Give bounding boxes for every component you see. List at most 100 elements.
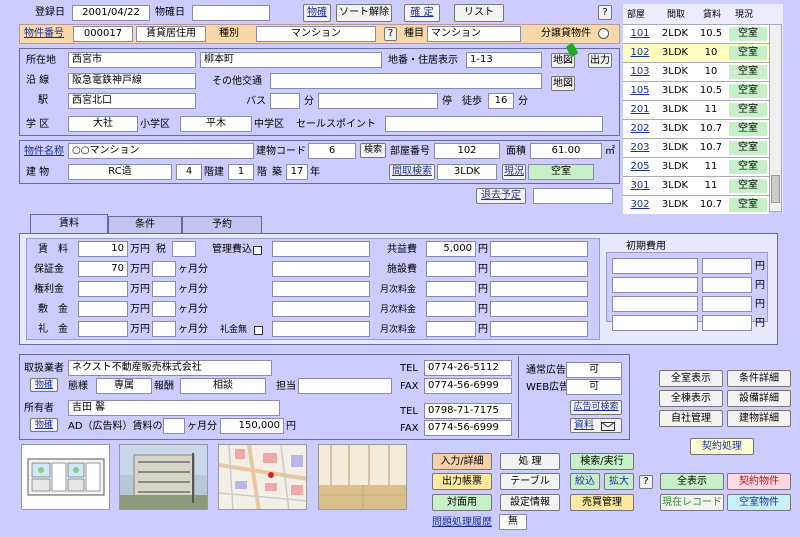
key-note-field[interactable] xyxy=(272,281,370,297)
town-field[interactable]: 柳本町 xyxy=(200,52,382,68)
process-button[interactable]: 処 理 xyxy=(500,453,560,470)
agent-fax-field[interactable]: 0774-56-6999 xyxy=(424,378,512,394)
building-search-button[interactable]: 検索 xyxy=(360,143,386,158)
bus-stop-field[interactable] xyxy=(318,93,438,109)
chiban-field[interactable]: 1-13 xyxy=(466,52,542,68)
kind-help-button[interactable]: ? xyxy=(384,27,397,41)
building-name-label[interactable]: 物件名称 xyxy=(24,145,64,159)
room-row[interactable]: 203 3LDK 10.7 空室 xyxy=(623,138,769,157)
ad-ok-search-button[interactable]: 広告可検索 xyxy=(570,400,622,415)
deposit-note-field[interactable] xyxy=(272,261,370,277)
owner-confirm-button[interactable]: 物確 xyxy=(30,418,58,432)
room-no-cell[interactable]: 102 xyxy=(627,46,653,60)
exit-plan-field[interactable] xyxy=(533,188,613,204)
vacant-properties-button[interactable]: 空室物件 xyxy=(727,494,791,511)
initial-item-1[interactable] xyxy=(612,258,698,274)
room-no-cell[interactable]: 302 xyxy=(627,198,653,212)
map-button-2[interactable]: 地図 xyxy=(551,76,575,91)
room-no-cell[interactable]: 103 xyxy=(627,65,653,79)
room-no-cell[interactable]: 301 xyxy=(627,179,653,193)
shikikin-field[interactable] xyxy=(78,301,128,317)
property-no-label[interactable]: 物件番号 xyxy=(24,27,64,41)
sort-reset-button[interactable]: ソート解除 xyxy=(336,4,392,22)
output-report-button[interactable]: 出力帳票 xyxy=(432,473,492,490)
room-row[interactable]: 202 3LDK 10.7 空室 xyxy=(623,119,769,138)
layout-field[interactable]: 3LDK xyxy=(437,164,497,180)
initial-item-2[interactable] xyxy=(612,277,698,293)
initial-item-4[interactable] xyxy=(612,315,698,331)
floor-field[interactable]: 1 xyxy=(228,164,254,180)
ad-amount-field[interactable]: 150,000 xyxy=(220,418,284,434)
web-ad-field[interactable]: 可 xyxy=(566,379,622,395)
other-transport-field[interactable] xyxy=(270,73,542,89)
normal-ad-field[interactable]: 可 xyxy=(566,362,622,378)
input-detail-button[interactable]: 入力/詳細 xyxy=(432,453,492,470)
condition-detail-button[interactable]: 条件詳細 xyxy=(727,370,791,387)
bus-min-field[interactable] xyxy=(270,93,300,109)
confirm-button[interactable]: 確 定 xyxy=(404,4,440,22)
reg-date-field[interactable]: 2001/04/22 xyxy=(72,5,150,21)
room-no-cell[interactable]: 101 xyxy=(627,27,653,41)
monthly-note-field-2[interactable] xyxy=(490,301,588,317)
current-record-button[interactable]: 現在レコード xyxy=(660,494,724,511)
room-row[interactable]: 102 3LDK 10 空室 xyxy=(623,43,769,62)
agent-confirm-button[interactable]: 物確 xyxy=(30,378,58,392)
monthly-note-field-3[interactable] xyxy=(490,321,588,337)
issue-history-link[interactable]: 問題処理履歴 xyxy=(432,516,492,530)
building-name-field[interactable]: ○○マンション xyxy=(68,143,254,159)
room-row[interactable]: 205 3LDK 11 空室 xyxy=(623,157,769,176)
structure-field[interactable]: RC造 xyxy=(68,164,172,180)
commission-field[interactable]: 相談 xyxy=(180,378,266,394)
initial-amount-4[interactable] xyxy=(702,315,752,331)
owner-fax-field[interactable]: 0774-56-6999 xyxy=(424,420,512,436)
room-no-cell[interactable]: 203 xyxy=(627,141,653,155)
all-buildings-button[interactable]: 全棟表示 xyxy=(659,390,723,407)
room-no-field[interactable]: 102 xyxy=(434,143,500,159)
output-button[interactable]: 出力 xyxy=(588,53,612,68)
search-execute-button[interactable]: 検索/実行 xyxy=(570,453,634,470)
list-button[interactable]: リスト xyxy=(454,4,504,22)
confirm-date-field[interactable] xyxy=(192,5,270,21)
bukken-confirm-button[interactable]: 物確 xyxy=(303,4,331,22)
materials-button[interactable]: 資料 xyxy=(570,418,622,433)
rei-note-field[interactable] xyxy=(272,321,370,337)
room-row[interactable]: 201 3LDK 11 空室 xyxy=(623,100,769,119)
key-months-field[interactable] xyxy=(152,281,176,297)
facility-note-field[interactable] xyxy=(490,261,588,277)
rei-months-field[interactable] xyxy=(152,321,176,337)
kind-field[interactable]: マンション xyxy=(256,26,376,42)
staff-field[interactable] xyxy=(298,378,392,394)
initial-amount-3[interactable] xyxy=(702,296,752,312)
mid-school-field[interactable]: 平木 xyxy=(180,116,252,132)
line-field[interactable]: 阪急電鉄神戸線 xyxy=(68,73,196,89)
no-reikin-checkbox[interactable] xyxy=(254,325,263,336)
common-fee-field[interactable]: 5,000 xyxy=(426,241,476,257)
room-list-scrollbar[interactable] xyxy=(769,24,782,212)
usage-field[interactable]: 賃貸居住用 xyxy=(136,26,206,42)
walk-field[interactable]: 16 xyxy=(488,93,514,109)
city-field[interactable]: 西宮市 xyxy=(68,52,196,68)
room-no-cell[interactable]: 201 xyxy=(627,103,653,117)
room-row[interactable]: 103 3LDK 10 空室 xyxy=(623,62,769,81)
table-button[interactable]: テーブル xyxy=(500,473,560,490)
tab-conditions[interactable]: 条件 xyxy=(108,216,182,234)
bunjo-radio[interactable] xyxy=(598,28,609,39)
own-management-button[interactable]: 自社管理 xyxy=(659,410,723,427)
common-note-field[interactable] xyxy=(490,241,588,257)
sales-management-button[interactable]: 売買管理 xyxy=(570,494,634,511)
building-detail-button[interactable]: 建物詳細 xyxy=(727,410,791,427)
floors-field[interactable]: 4 xyxy=(176,164,202,180)
tax-field[interactable] xyxy=(172,241,196,257)
help-button[interactable]: ? xyxy=(598,5,612,20)
key-money-field[interactable] xyxy=(78,281,128,297)
monthly-note-field-1[interactable] xyxy=(490,281,588,297)
room-row[interactable]: 301 3LDK 11 空室 xyxy=(623,176,769,195)
settings-button[interactable]: 設定情報 xyxy=(500,494,560,511)
initial-item-3[interactable] xyxy=(612,296,698,312)
contracted-properties-button[interactable]: 契約物件 xyxy=(727,473,791,490)
show-all-button[interactable]: 全表示 xyxy=(660,473,724,490)
initial-amount-1[interactable] xyxy=(702,258,752,274)
equipment-detail-button[interactable]: 設備詳細 xyxy=(727,390,791,407)
all-rooms-button[interactable]: 全室表示 xyxy=(659,370,723,387)
item-field[interactable]: マンション xyxy=(427,26,521,42)
